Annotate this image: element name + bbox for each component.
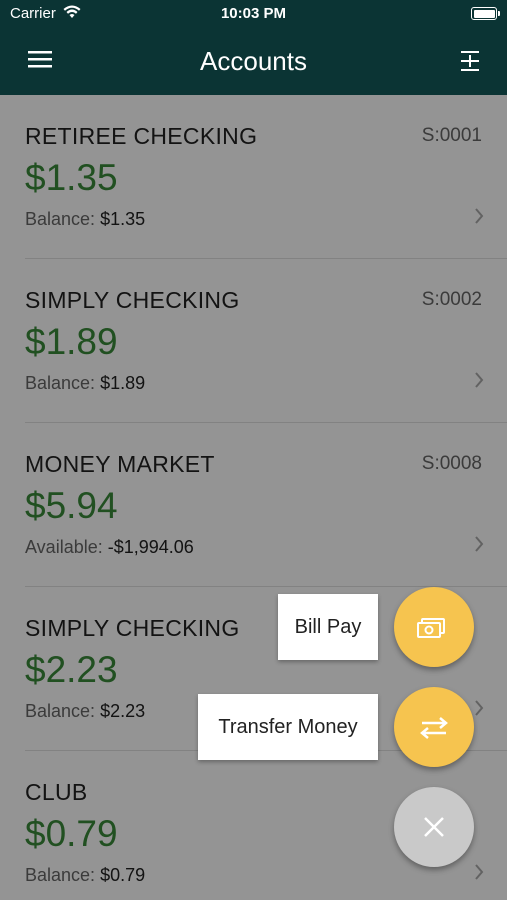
overlay-scrim[interactable] xyxy=(0,95,507,900)
status-time: 10:03 PM xyxy=(220,5,287,22)
status-bar: Carrier 10:03 PM xyxy=(0,0,507,28)
expand-collapse-icon[interactable] xyxy=(455,46,485,76)
bill-pay-label-button[interactable]: Bill Pay xyxy=(278,594,378,660)
bill-pay-button[interactable] xyxy=(394,587,474,667)
battery-icon xyxy=(471,7,500,20)
close-menu-button[interactable] xyxy=(394,787,474,867)
transfer-money-button[interactable] xyxy=(394,687,474,767)
transfer-money-label-button[interactable]: Transfer Money xyxy=(198,694,378,760)
app-header: Accounts xyxy=(0,28,507,95)
page-title: Accounts xyxy=(200,46,307,76)
